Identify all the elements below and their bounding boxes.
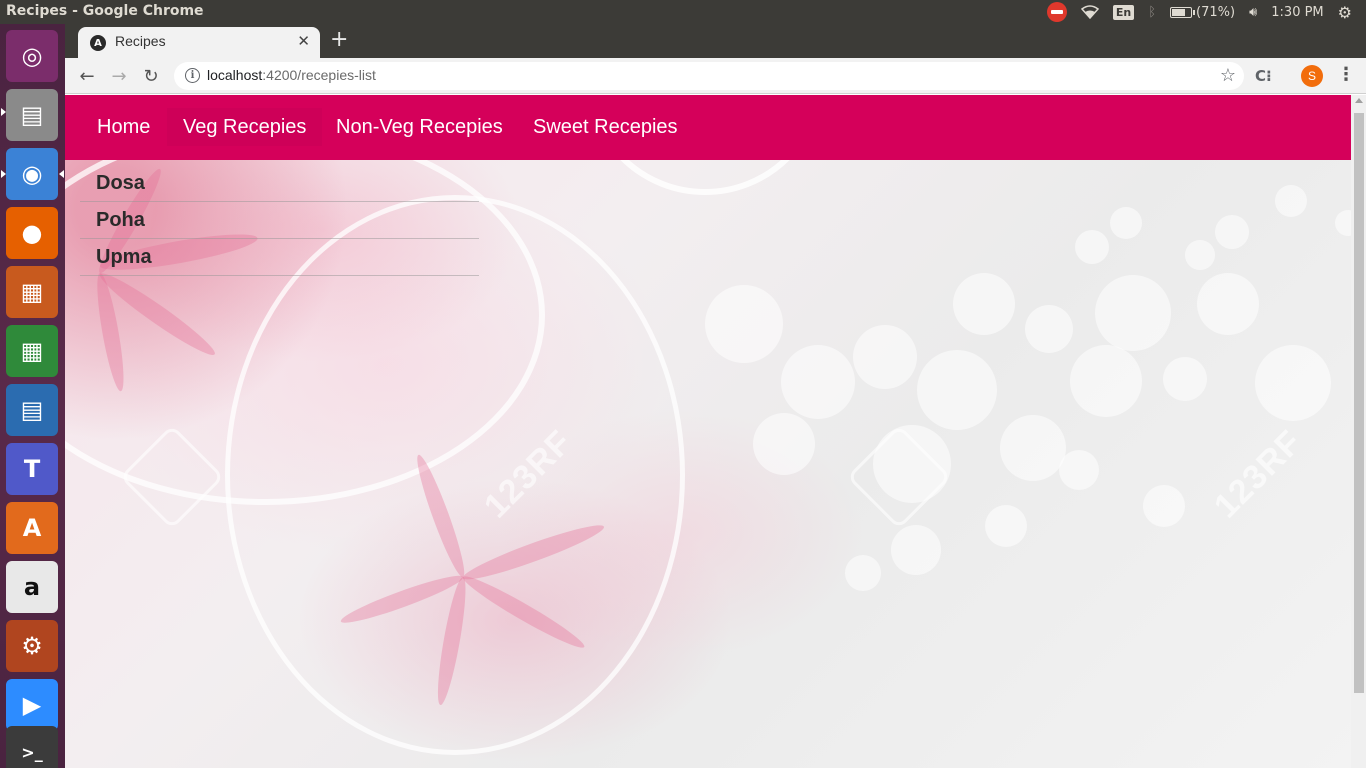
- launcher-software-icon[interactable]: A: [6, 502, 58, 554]
- launcher-running-indicator: [1, 170, 6, 178]
- launcher-writer-icon[interactable]: ▤: [6, 384, 58, 436]
- launcher-zoom-icon[interactable]: ▶: [6, 679, 58, 731]
- recipe-item[interactable]: Dosa: [80, 165, 479, 202]
- bluetooth-icon[interactable]: ᛒ: [1148, 0, 1156, 24]
- site-info-icon[interactable]: i: [185, 68, 200, 83]
- power-gear-icon[interactable]: ⚙: [1338, 0, 1352, 24]
- page-viewport: 123RF 123RF Home Veg Recepies Non-Veg Rece…: [65, 95, 1351, 768]
- browser-window: A Recipes ✕ + ← → ↻ i localhost:4200/rec…: [65, 24, 1366, 768]
- nav-link-non-veg-recepies[interactable]: Non-Veg Recepies: [320, 108, 519, 146]
- launcher-files-icon[interactable]: ▤: [6, 89, 58, 141]
- extension-icon[interactable]: C⁝: [1255, 67, 1272, 85]
- tab-strip: A Recipes ✕ +: [65, 24, 1366, 58]
- recipe-list: Dosa Poha Upma: [80, 166, 479, 276]
- system-tray: En ᛒ (71%) 🔊︎ 1:30 PM ⚙: [1046, 0, 1366, 24]
- nav-link-sweet-recepies[interactable]: Sweet Recepies: [517, 108, 694, 146]
- launcher-teams-icon[interactable]: T: [6, 443, 58, 495]
- angular-favicon-icon: A: [90, 35, 106, 51]
- forward-button[interactable]: →: [107, 64, 131, 88]
- bookmark-star-icon[interactable]: ☆: [1220, 65, 1236, 86]
- chrome-menu-icon[interactable]: ⋮: [1337, 64, 1355, 85]
- launcher-impress-icon[interactable]: ▦: [6, 266, 58, 318]
- browser-toolbar: ← → ↻ i localhost:4200/recepies-list ☆ C…: [65, 58, 1366, 94]
- launcher: ◎ ▤ ◉ ● ▦ ▦ ▤ T Aa ⚙ ▶ >_: [0, 24, 65, 768]
- profile-avatar[interactable]: S: [1301, 65, 1323, 87]
- clock[interactable]: 1:30 PM: [1271, 0, 1323, 24]
- reload-button[interactable]: ↻: [139, 64, 163, 88]
- tab-close-icon[interactable]: ✕: [297, 32, 310, 50]
- nav-link-veg-recepies[interactable]: Veg Recepies: [167, 108, 323, 146]
- new-tab-button[interactable]: +: [330, 28, 348, 52]
- battery-indicator[interactable]: (71%): [1170, 0, 1235, 24]
- volume-icon[interactable]: 🔊︎: [1249, 0, 1257, 24]
- tab-recipes[interactable]: A Recipes ✕: [78, 27, 320, 58]
- keyboard-layout-indicator[interactable]: En: [1112, 0, 1135, 24]
- launcher-focused-indicator: [59, 170, 64, 178]
- launcher-firefox-icon[interactable]: ●: [6, 207, 58, 259]
- scrollbar-thumb[interactable]: [1354, 113, 1364, 693]
- url-text: localhost:4200/recepies-list: [207, 67, 376, 83]
- back-button[interactable]: ←: [75, 64, 99, 88]
- launcher-ubuntu-dash-icon[interactable]: ◎: [6, 30, 58, 82]
- main-navbar: Home Veg Recepies Non-Veg Recepies Sweet Re…: [65, 95, 1351, 160]
- launcher-running-indicator: [1, 108, 6, 116]
- stop-indicator-icon[interactable]: [1046, 0, 1067, 24]
- wifi-icon[interactable]: [1080, 0, 1099, 24]
- scroll-up-arrow-icon[interactable]: [1355, 98, 1363, 103]
- battery-icon: [1170, 6, 1196, 18]
- launcher-settings-icon[interactable]: ⚙: [6, 620, 58, 672]
- recipe-item[interactable]: Poha: [80, 202, 479, 239]
- vertical-scrollbar[interactable]: [1351, 95, 1366, 768]
- window-title: Recipes - Google Chrome: [6, 3, 204, 19]
- launcher-calc-icon[interactable]: ▦: [6, 325, 58, 377]
- watermark-text: 123RF: [1206, 422, 1310, 526]
- address-bar[interactable]: i localhost:4200/recepies-list ☆: [174, 62, 1244, 90]
- launcher-terminal-icon[interactable]: >_: [6, 726, 58, 768]
- launcher-amazon-icon[interactable]: a: [6, 561, 58, 613]
- top-panel: Recipes - Google Chrome En ᛒ (71%) 🔊︎ 1:…: [0, 0, 1366, 24]
- tab-title: Recipes: [115, 33, 166, 49]
- nav-link-home[interactable]: Home: [81, 108, 166, 146]
- battery-percentage: (71%): [1196, 4, 1236, 20]
- launcher-chrome-icon[interactable]: ◉: [6, 148, 58, 200]
- recipe-item[interactable]: Upma: [80, 239, 479, 276]
